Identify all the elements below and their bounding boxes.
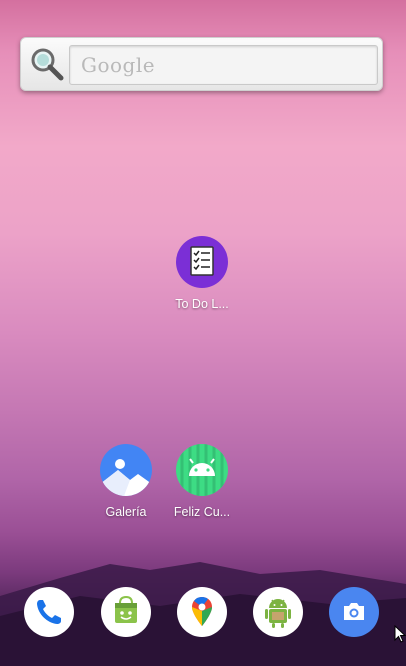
maps-icon[interactable] [177,587,227,637]
app-label: Galería [105,505,147,519]
search-input[interactable]: Google [69,45,378,85]
mouse-cursor-icon [394,625,406,643]
search-placeholder: Google [81,53,156,77]
app-label: Feliz Cu... [173,505,231,519]
gallery-icon[interactable] [100,444,152,496]
search-icon[interactable] [29,46,65,82]
android-robot-icon[interactable] [253,587,303,637]
app-feliz-cumpleanos[interactable]: Feliz Cu... [162,444,242,519]
app-todo-list[interactable]: To Do L... [162,236,242,311]
android-icon[interactable] [176,444,228,496]
app-gallery[interactable]: Galería [86,444,166,519]
google-search-widget[interactable]: Google [20,37,383,91]
app-label: To Do L... [175,297,229,311]
phone-icon[interactable] [24,587,74,637]
camera-icon[interactable] [329,587,379,637]
checklist-icon[interactable] [176,236,228,288]
android-store-icon[interactable] [101,587,151,637]
